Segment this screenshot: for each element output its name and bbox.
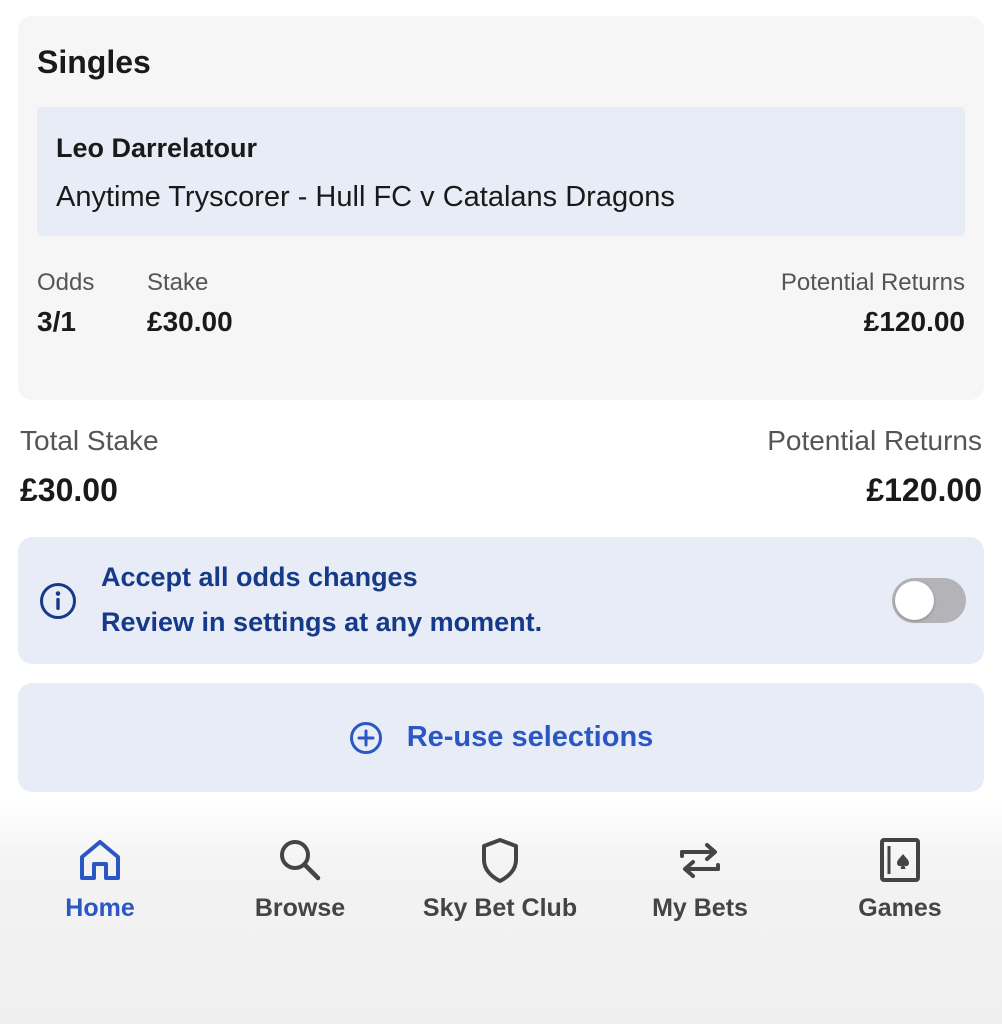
singles-title: Singles (37, 44, 151, 80)
plus-circle-icon (349, 721, 382, 754)
total-returns-value: £120.00 (866, 472, 982, 508)
toggle-knob (895, 581, 934, 620)
odds-label: Odds (37, 269, 95, 296)
nav-item-browse[interactable]: Browse (200, 836, 400, 936)
home-icon (80, 840, 120, 880)
swap-arrows-icon (680, 843, 720, 878)
potential-returns-value: £120.00 (863, 306, 965, 337)
selection-box: Leo Darrelatour Anytime Tryscorer - Hull… (37, 107, 965, 236)
potential-returns-label: Potential Returns (780, 269, 965, 296)
playing-card-icon (880, 838, 920, 882)
nav-label-sky-bet-club: Sky Bet Club (422, 894, 578, 922)
selection-market: Anytime Tryscorer - Hull FC v Catalans D… (56, 181, 675, 213)
nav-item-home[interactable]: Home (0, 836, 200, 936)
search-icon (280, 840, 321, 881)
bet-receipt-screen: Singles Leo Darrelatour Anytime Tryscore… (0, 0, 1002, 1024)
stake-label: Stake (147, 269, 209, 296)
info-icon (40, 583, 76, 619)
shield-icon (482, 838, 518, 883)
odds-value: 3/1 (37, 306, 76, 337)
odds-changes-subtitle: Review in settings at any moment. (101, 607, 543, 637)
singles-card: Singles Leo Darrelatour Anytime Tryscore… (18, 16, 984, 400)
nav-label-my-bets: My Bets (652, 894, 748, 922)
nav-item-sky-bet-club[interactable]: Sky Bet Club (400, 836, 600, 936)
nav-label-browse: Browse (254, 894, 346, 922)
total-stake-label: Total Stake (20, 425, 159, 456)
stake-value: £30.00 (147, 306, 233, 337)
nav-item-my-bets[interactable]: My Bets (600, 836, 800, 936)
bottom-nav: Home Browse Sky Bet Club My Bets Games (0, 800, 1002, 1024)
nav-label-games: Games (858, 894, 942, 922)
odds-changes-panel: Accept all odds changes Review in settin… (18, 537, 984, 664)
total-returns-label: Potential Returns (767, 425, 982, 456)
accept-odds-toggle[interactable] (892, 578, 966, 623)
reuse-selections-button[interactable]: Re-use selections (18, 683, 984, 792)
nav-item-games[interactable]: Games (800, 836, 1000, 936)
reuse-selections-label: Re-use selections (406, 721, 654, 753)
odds-changes-title: Accept all odds changes (101, 562, 418, 592)
selection-name: Leo Darrelatour (56, 133, 258, 163)
nav-label-home: Home (65, 894, 135, 922)
total-stake-value: £30.00 (20, 472, 118, 508)
